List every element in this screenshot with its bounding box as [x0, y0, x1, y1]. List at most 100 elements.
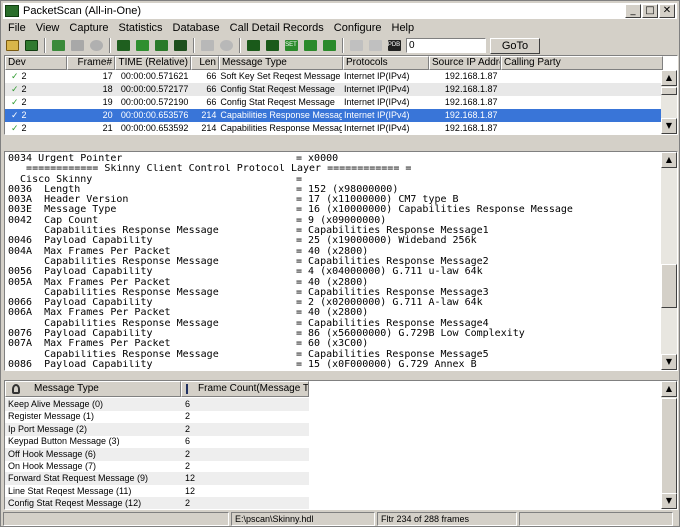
packet-cell-dev: ✓ 2 [5, 83, 67, 96]
clear-filter-icon[interactable] [320, 38, 338, 53]
stat-row[interactable]: Forward Stat Request Message (9) 12 [5, 472, 309, 486]
detail-line[interactable]: 0046 Payload Capability = 25 (x19000000) … [8, 236, 573, 247]
detail-line[interactable]: Cisco Skinny = [8, 174, 573, 185]
packet-row[interactable]: ✓ 2 21 00:00:00.653592 214 Capabilities Respo… [5, 122, 661, 134]
packet-row[interactable]: ✓ 2 19 00:00:00.572190 66 Config Stat Reqest … [5, 96, 661, 109]
find-icon[interactable] [244, 38, 262, 53]
list-icon[interactable] [198, 38, 216, 53]
detail-line[interactable]: Capabilities Response Message = Capabilit… [8, 256, 573, 267]
detail-line[interactable]: 0034 Urgent Pointer = x0000 [8, 153, 573, 164]
filter-icon[interactable] [133, 38, 151, 53]
packet-list-header: Dev Frame# TIME (Relative) Len Message T… [5, 56, 663, 70]
refresh-icon[interactable] [217, 38, 235, 53]
col-dev[interactable]: Dev [5, 56, 67, 70]
detail-line[interactable]: Capabilities Response Message = Capabilit… [8, 349, 573, 360]
packet-row[interactable]: ✓ 2 17 00:00:00.571621 66 Soft Key Set Reqest… [5, 70, 661, 83]
detail-line[interactable]: 0036 Length = 152 (x98000000) [8, 184, 573, 195]
window-title: PacketScan (All-in-One) [23, 5, 141, 17]
col-protocols[interactable]: Protocols [343, 56, 429, 70]
col-source-ip[interactable]: Source IP Address [429, 56, 501, 70]
stat-message-type: Keep Alive Message (0) [8, 399, 104, 409]
save-filter-icon[interactable] [171, 38, 189, 53]
scroll-down-button[interactable]: ▼ [661, 493, 677, 509]
stat-row[interactable]: Off Hook Message (6) 2 [5, 447, 309, 461]
network-icon[interactable] [114, 38, 132, 53]
col-len[interactable]: Len [191, 56, 219, 70]
save-icon[interactable] [22, 38, 40, 53]
filter-apply-icon[interactable] [152, 38, 170, 53]
open-icon[interactable] [3, 38, 21, 53]
menu-statistics[interactable]: Statistics [114, 22, 168, 34]
detail-line[interactable]: 0086 Payload Capability = 15 (x0F000000) … [8, 358, 573, 370]
prev-icon[interactable] [347, 38, 365, 53]
col-message-type[interactable]: Message Type [219, 56, 343, 70]
detail-field: 0066 Payload Capability [8, 298, 153, 309]
main-window: PacketScan (All-in-One) _ □ ✕ File View … [0, 0, 680, 527]
pdb-icon[interactable]: PDB [385, 38, 403, 53]
find-next-icon[interactable] [263, 38, 281, 53]
filter-set-icon[interactable] [301, 38, 319, 53]
col-stat-frame-count[interactable]: Frame Count(Message Ty... [181, 381, 309, 397]
packet-row[interactable]: ✓ 2 18 00:00:00.572177 66 Config Stat Reqest … [5, 83, 661, 96]
scroll-thumb[interactable] [661, 264, 677, 308]
check-icon: ✓ [11, 72, 19, 82]
detail-line[interactable]: 0066 Payload Capability = 2 (x02000000) G… [8, 297, 573, 309]
detail-line[interactable]: ============ Skinny Client Control Proto… [8, 164, 573, 174]
detail-scrollbar[interactable]: ▲ ▼ [661, 152, 677, 370]
menu-capture[interactable]: Capture [64, 22, 113, 34]
detail-line[interactable]: 0056 Payload Capability = 4 (x04000000) G… [8, 266, 573, 277]
clear-icon[interactable] [68, 38, 86, 53]
goto-frame-input[interactable]: 0 [406, 38, 486, 53]
detail-line[interactable]: 003E Message Type = 16 (x10000000) Capabi… [8, 205, 573, 216]
next-icon[interactable] [366, 38, 384, 53]
menu-view[interactable]: View [31, 22, 65, 34]
statistics-pane[interactable]: Message Type Frame Count(Message Ty... K… [4, 380, 678, 510]
stat-row[interactable]: Ip Port Message (2) 2 [5, 422, 309, 436]
stat-message-type: Off Hook Message (6) [8, 448, 96, 459]
stat-row[interactable]: On Hook Message (7) 2 [5, 460, 309, 473]
menu-configure[interactable]: Configure [329, 22, 387, 34]
scroll-thumb[interactable] [661, 398, 677, 494]
col-time[interactable]: TIME (Relative) [115, 56, 191, 70]
col-stat-message-type[interactable]: Message Type [5, 381, 181, 397]
stat-row[interactable]: Keep Alive Message (0) 6 [5, 398, 309, 411]
check-icon: ✓ [11, 98, 19, 108]
stats-scrollbar[interactable]: ▲ ▼ [661, 381, 677, 509]
col-calling-party[interactable]: Calling Party [501, 56, 663, 70]
stat-row[interactable]: Register Message (1) 2 [5, 410, 309, 423]
scroll-down-button[interactable]: ▼ [661, 118, 677, 134]
stat-row[interactable]: Config Stat Reqest Message (12) 2 [5, 497, 309, 509]
detail-value: = 15 (x0F000000) G.729 Annex B [296, 358, 477, 370]
col-frame[interactable]: Frame# [67, 56, 115, 70]
status-file-path: E:\pscan\Skinny.hdl [231, 512, 375, 526]
stop-icon[interactable] [87, 38, 105, 53]
detail-line[interactable]: 0076 Payload Capability = 86 (x56000000) … [8, 328, 573, 339]
export-icon[interactable] [49, 38, 67, 53]
scroll-up-button[interactable]: ▲ [661, 70, 677, 86]
detail-line[interactable]: Capabilities Response Message = Capabilit… [8, 287, 573, 298]
scroll-thumb[interactable] [661, 87, 677, 95]
detail-line[interactable]: Capabilities Response Message = Capabilit… [8, 225, 573, 236]
device-id: 2 [21, 97, 27, 107]
stat-row[interactable]: Keypad Button Message (3) 6 [5, 435, 309, 448]
menu-file[interactable]: File [3, 22, 31, 34]
maximize-button[interactable]: □ [642, 4, 658, 18]
packet-row[interactable]: ✓ 2 20 00:00:00.653576 214 Capabilities Respo… [5, 109, 661, 122]
menu-bar: File View Capture Statistics Database Ca… [3, 20, 419, 36]
menu-call-detail-records[interactable]: Call Detail Records [225, 22, 329, 34]
stat-row[interactable]: Line Stat Reqest Message (11) 12 [5, 485, 309, 498]
device-id: 2 [21, 123, 27, 133]
packet-list-scrollbar[interactable]: ▲ ▼ [661, 70, 677, 134]
packet-detail-pane[interactable]: 0034 Urgent Pointer = x0000 ============ … [4, 151, 678, 371]
menu-help[interactable]: Help [387, 22, 420, 34]
packet-list[interactable]: Dev Frame# TIME (Relative) Len Message T… [4, 55, 678, 135]
close-button[interactable]: ✕ [659, 4, 675, 18]
scroll-up-button[interactable]: ▲ [661, 152, 677, 168]
menu-database[interactable]: Database [168, 22, 225, 34]
detail-field: 0086 Payload Capability [8, 359, 153, 370]
scroll-up-button[interactable]: ▲ [661, 381, 677, 397]
set-icon[interactable]: SET [282, 38, 300, 53]
goto-button[interactable]: GoTo [490, 37, 540, 54]
minimize-button[interactable]: _ [625, 4, 641, 18]
scroll-down-button[interactable]: ▼ [661, 354, 677, 370]
